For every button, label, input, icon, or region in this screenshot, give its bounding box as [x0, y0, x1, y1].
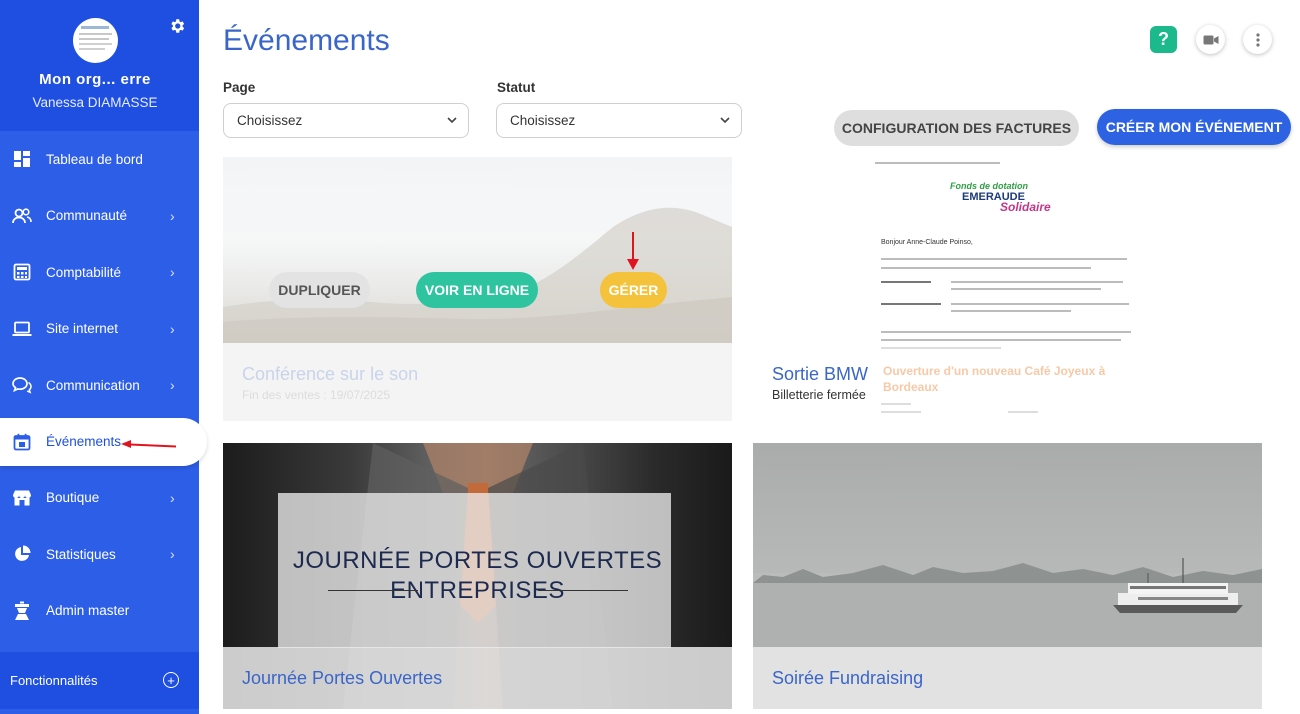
sidebar-item-evenements[interactable]: Événements	[0, 417, 207, 466]
sidebar-item-boutique[interactable]: Boutique ›	[0, 470, 199, 527]
sidebar-item-tableau-de-bord[interactable]: Tableau de bord	[0, 131, 199, 188]
sidebar-header: Mon org... erre Vanessa DIAMASSE	[0, 0, 199, 131]
dashboard-icon	[12, 149, 32, 169]
sidebar-menu: Tableau de bord Communauté › Comptabilit…	[0, 131, 207, 640]
annotation-arrow-left-icon	[121, 439, 176, 448]
sidebar-item-label: Comptabilité	[46, 264, 122, 280]
sidebar-item-label: Communauté	[46, 208, 128, 224]
chevron-right-icon: ›	[170, 489, 175, 506]
event-title[interactable]: Conférence sur le son	[242, 364, 418, 385]
community-icon	[12, 206, 32, 226]
chevron-right-icon: ›	[170, 264, 175, 281]
sidebar-item-comptabilite[interactable]: Comptabilité ›	[0, 244, 199, 301]
event-status: Billetterie fermée	[772, 388, 866, 402]
event-title[interactable]: Sortie BMW	[772, 364, 868, 385]
invoice-config-button[interactable]: CONFIGURATION DES FACTURES	[834, 110, 1079, 146]
event-card-soiree-fundraising[interactable]: Soirée Fundraising	[753, 443, 1262, 709]
event-title[interactable]: Journée Portes Ouvertes	[242, 668, 442, 689]
store-icon	[12, 488, 32, 508]
annotation-arrow-down-icon	[627, 232, 639, 270]
org-name: Mon org... erre	[39, 71, 151, 88]
sidebar-item-label: Admin master	[46, 603, 130, 619]
page-select[interactable]: Choisissez	[223, 103, 469, 138]
features-label: Fonctionnalités	[10, 673, 98, 688]
page-select-value: Choisissez	[237, 113, 303, 128]
logo-line1: Fonds de dotation	[950, 181, 1028, 191]
sidebar-item-label: Tableau de bord	[46, 151, 143, 167]
status-select[interactable]: Choisissez	[496, 103, 742, 138]
event-card-sortie-bmw[interactable]: Fonds de dotation EMERAUDE Solidaire Bon…	[753, 157, 1262, 421]
org-logo[interactable]	[73, 18, 118, 63]
pie-chart-icon	[12, 544, 32, 564]
email-campaign-title: Ouverture d'un nouveau Café Joyeux à Bor…	[883, 364, 1106, 394]
headline-line2: ENTREPRISES	[390, 577, 565, 604]
sidebar-item-label: Événements	[46, 434, 122, 449]
chat-icon	[12, 375, 32, 395]
sidebar: Mon org... erre Vanessa DIAMASSE Tableau…	[0, 0, 207, 714]
status-select-value: Choisissez	[510, 113, 576, 128]
page-title: Événements	[223, 24, 390, 57]
calendar-icon	[12, 432, 32, 452]
email-greeting: Bonjour Anne-Claude Poinso,	[881, 239, 973, 246]
sidebar-item-label: Site internet	[46, 321, 119, 337]
admin-icon	[12, 601, 32, 621]
sidebar-footer-features[interactable]: Fonctionnalités +	[0, 652, 199, 709]
boat-image	[1113, 558, 1243, 613]
laptop-icon	[12, 319, 32, 339]
chevron-right-icon: ›	[170, 320, 175, 337]
event-card-journee-portes-ouvertes[interactable]: JOURNÉE PORTES OUVERTES ENTREPRISES Jour…	[223, 443, 732, 709]
user-name: Vanessa DIAMASSE	[32, 95, 158, 110]
sidebar-item-statistiques[interactable]: Statistiques ›	[0, 526, 199, 583]
event-card-conference[interactable]: Conférence sur le son Fin des ventes : 1…	[223, 157, 732, 421]
create-event-button[interactable]: CRÉER MON ÉVÉNEMENT	[1097, 109, 1291, 145]
sidebar-item-admin-master[interactable]: Admin master	[0, 583, 199, 640]
chevron-right-icon: ›	[170, 207, 175, 224]
event-title[interactable]: Soirée Fundraising	[772, 668, 923, 689]
page-filter-label: Page	[223, 80, 256, 95]
sidebar-item-label: Communication	[46, 377, 140, 393]
duplicate-button[interactable]: DUPLIQUER	[269, 272, 370, 308]
calculator-icon	[12, 262, 32, 282]
view-online-button[interactable]: VOIR EN LIGNE	[416, 272, 538, 308]
event-sale-end: Fin des ventes : 19/07/2025	[242, 388, 391, 402]
more-vertical-icon	[1255, 32, 1260, 47]
logo-line3: Solidaire	[1000, 200, 1051, 214]
gear-icon[interactable]	[168, 17, 186, 35]
chevron-down-icon	[447, 117, 457, 124]
event-headline: JOURNÉE PORTES OUVERTES ENTREPRISES	[223, 546, 732, 606]
divider	[538, 590, 628, 591]
status-filter-label: Statut	[497, 80, 536, 95]
sidebar-item-label: Boutique	[46, 490, 100, 506]
help-button[interactable]: ?	[1150, 26, 1177, 53]
sidebar-item-site-internet[interactable]: Site internet ›	[0, 301, 199, 358]
headline-line1: JOURNÉE PORTES OUVERTES	[292, 547, 663, 574]
divider	[328, 590, 418, 591]
manage-button[interactable]: GÉRER	[600, 272, 667, 308]
more-options-button[interactable]	[1243, 25, 1272, 54]
chevron-right-icon: ›	[170, 546, 175, 563]
video-camera-icon	[1203, 35, 1218, 44]
sidebar-item-communaute[interactable]: Communauté ›	[0, 188, 199, 245]
chevron-down-icon	[720, 117, 730, 124]
plus-circle-icon[interactable]: +	[163, 672, 179, 688]
chevron-right-icon: ›	[170, 377, 175, 394]
sidebar-item-label: Statistiques	[46, 546, 116, 562]
sidebar-item-communication[interactable]: Communication ›	[0, 357, 199, 414]
sidebar-bottom-strip	[0, 709, 199, 714]
video-button[interactable]	[1196, 25, 1225, 54]
